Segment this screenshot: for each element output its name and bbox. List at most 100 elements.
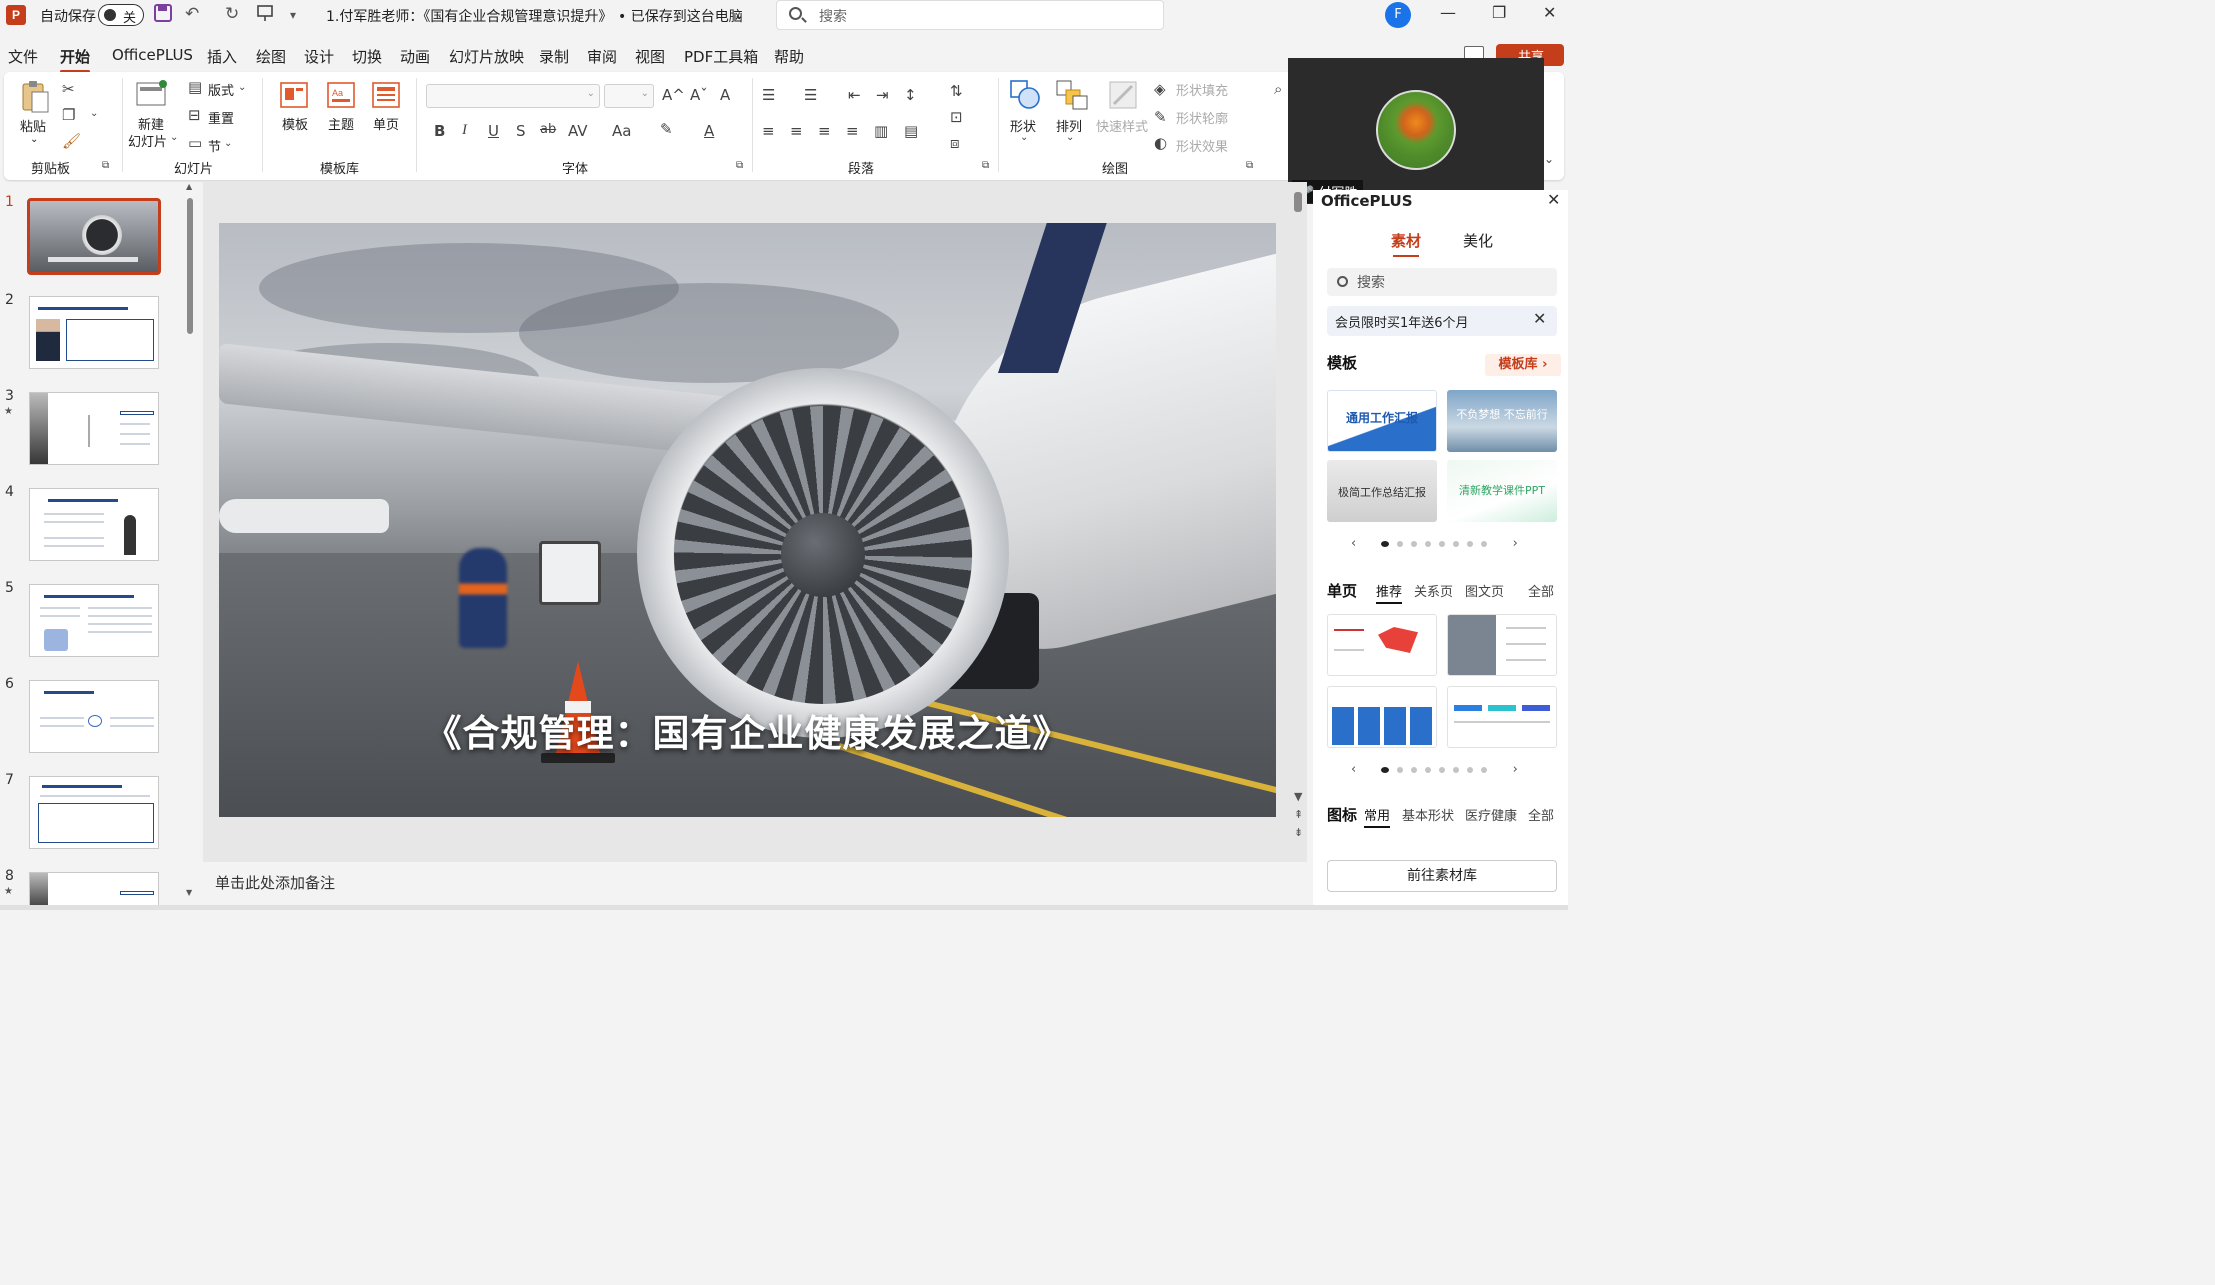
account-avatar[interactable]: F [1385, 2, 1411, 28]
justify-icon[interactable]: ≡ [846, 122, 859, 140]
icon-tab-common[interactable]: 常用 [1364, 805, 1391, 828]
chevron-down-icon[interactable]: ⌄ [30, 134, 38, 145]
dialog-launcher-icon[interactable]: ⧉ [102, 160, 109, 171]
tab-review[interactable]: 审阅 [587, 46, 617, 67]
font-name-select[interactable]: ⌄ [426, 84, 600, 108]
single-tab-recommended[interactable]: 推荐 [1376, 581, 1403, 604]
chevron-down-icon[interactable]: ⌄ [238, 82, 246, 93]
icon-tab-medical[interactable]: 医疗健康 [1465, 805, 1517, 824]
align-center-icon[interactable]: ≡ [790, 122, 803, 140]
paste-icon[interactable] [20, 80, 50, 113]
search-box[interactable]: 搜索 [776, 0, 1164, 30]
thumbnail-scrollbar[interactable]: ▲ ▼ [186, 182, 194, 897]
icon-tab-all[interactable]: 全部 [1528, 805, 1554, 824]
numbering-icon[interactable]: ☰ [804, 86, 817, 104]
section-icon[interactable]: ▭ [188, 134, 202, 152]
template-card-3[interactable]: 极简工作总结汇报 [1327, 460, 1437, 522]
shrink-font-icon[interactable]: Aˇ [690, 86, 708, 104]
arrange-icon[interactable] [1056, 80, 1088, 110]
chevron-down-icon[interactable]: ⌄ [1020, 132, 1028, 143]
shape-outline-icon[interactable]: ✎ [1154, 108, 1167, 126]
align-right-icon[interactable]: ≡ [818, 122, 831, 140]
font-color-icon[interactable]: A [704, 122, 714, 140]
underline-icon[interactable]: U [488, 122, 499, 140]
new-slide-label-2[interactable]: 幻灯片 [128, 131, 167, 150]
tab-view[interactable]: 视图 [635, 46, 665, 67]
notes-placeholder[interactable]: 单击此处添加备注 [215, 872, 335, 893]
tab-animations[interactable]: 动画 [400, 46, 430, 67]
slide-thumb-3[interactable] [29, 392, 159, 465]
close-button[interactable]: ✕ [1543, 3, 1556, 22]
tab-slideshow[interactable]: 幻灯片放映 [449, 46, 524, 67]
shapes-icon[interactable] [1010, 80, 1040, 110]
section-label[interactable]: 节 [208, 136, 221, 155]
tab-file[interactable]: 文件 [8, 46, 38, 67]
slide-thumb-7[interactable] [29, 776, 159, 849]
save-status[interactable]: • 已保存到这台电脑 [618, 6, 743, 26]
slide-thumb-6[interactable] [29, 680, 159, 753]
chevron-down-icon[interactable]: ⌄ [90, 108, 98, 119]
single-card-2[interactable] [1447, 614, 1557, 676]
tab-help[interactable]: 帮助 [774, 46, 804, 67]
decrease-indent-icon[interactable]: ⇤ [848, 86, 861, 104]
template-icon[interactable] [280, 82, 310, 112]
dialog-launcher-icon[interactable]: ⧉ [736, 160, 743, 171]
bold-icon[interactable]: B [434, 122, 445, 140]
reset-icon[interactable]: ⊟ [188, 106, 201, 124]
save-icon[interactable] [154, 4, 172, 27]
video-call-overlay[interactable]: 🎤 付军胜 [1288, 58, 1544, 204]
present-icon[interactable] [256, 4, 274, 27]
icon-tab-basic-shapes[interactable]: 基本形状 [1402, 805, 1454, 824]
single-card-4[interactable] [1447, 686, 1557, 748]
align-text-icon[interactable]: ⊡ [950, 108, 963, 126]
customize-qat-icon[interactable]: ▾ [290, 8, 296, 22]
go-to-library-button[interactable]: 前往素材库 [1327, 860, 1557, 892]
layout-label[interactable]: 版式 [208, 80, 234, 99]
single-page-label[interactable]: 单页 [373, 114, 399, 133]
single-tab-relation[interactable]: 关系页 [1414, 581, 1453, 600]
italic-icon[interactable]: I [462, 122, 467, 139]
promo-banner[interactable]: 会员限时买1年送6个月 ✕ [1327, 306, 1557, 336]
smartart-icon[interactable]: ⧈ [950, 134, 960, 152]
align-left-icon[interactable]: ≡ [762, 122, 775, 140]
chevron-down-icon[interactable]: ⌄ [224, 138, 232, 149]
highlight-icon[interactable]: ✎ [660, 120, 673, 138]
tab-pdf-toolbox[interactable]: PDF工具箱 [684, 46, 758, 67]
change-case-icon[interactable]: Aa [612, 122, 631, 140]
shape-fill-label[interactable]: 形状填充 [1176, 80, 1228, 99]
slide-thumb-2[interactable] [29, 296, 159, 369]
single-card-3[interactable] [1327, 686, 1437, 748]
scrollbar-thumb[interactable] [187, 198, 193, 334]
chevron-down-icon[interactable]: ⌄ [170, 132, 178, 143]
template-card-2[interactable]: 不负梦想 不忘前行 [1447, 390, 1557, 452]
slide-thumb-4[interactable] [29, 488, 159, 561]
template-card-4[interactable]: 清新教学课件PPT [1447, 460, 1557, 522]
new-slide-icon[interactable] [136, 80, 167, 110]
dialog-launcher-icon[interactable]: ⧉ [1246, 160, 1253, 171]
shape-outline-label[interactable]: 形状轮廓 [1176, 108, 1228, 127]
autosave-toggle[interactable]: 关 [98, 4, 144, 26]
text-shadow-icon[interactable]: S [516, 122, 526, 140]
slide-thumb-5[interactable] [29, 584, 159, 657]
strikethrough-icon[interactable]: ab [540, 122, 556, 137]
paste-label[interactable]: 粘贴 [20, 116, 46, 135]
distributed-icon[interactable]: ▥ [874, 122, 888, 140]
template-card-1[interactable]: 通用工作汇报 [1327, 390, 1437, 452]
single-tab-all[interactable]: 全部 [1528, 581, 1554, 600]
template-pager[interactable]: ‹ › [1351, 536, 1518, 551]
columns-icon[interactable]: ▤ [904, 122, 918, 140]
pane-search-input[interactable]: 搜索 [1327, 268, 1557, 296]
template-label[interactable]: 模板 [282, 114, 308, 133]
restore-button[interactable]: ❐ [1492, 3, 1506, 22]
format-painter-icon[interactable]: 🖌 [62, 132, 81, 150]
font-size-select[interactable]: ⌄ [604, 84, 654, 108]
dialog-launcher-icon[interactable]: ⧉ [982, 160, 989, 171]
tab-design[interactable]: 设计 [304, 46, 334, 67]
tab-beautify[interactable]: 美化 [1463, 230, 1493, 251]
theme-label[interactable]: 主题 [328, 114, 354, 133]
shape-effect-icon[interactable]: ◐ [1154, 134, 1167, 152]
single-tab-image-text[interactable]: 图文页 [1465, 581, 1504, 600]
grow-font-icon[interactable]: A^ [662, 86, 685, 104]
line-spacing-icon[interactable]: ↕ [904, 86, 917, 104]
single-pager[interactable]: ‹ › [1351, 762, 1518, 777]
